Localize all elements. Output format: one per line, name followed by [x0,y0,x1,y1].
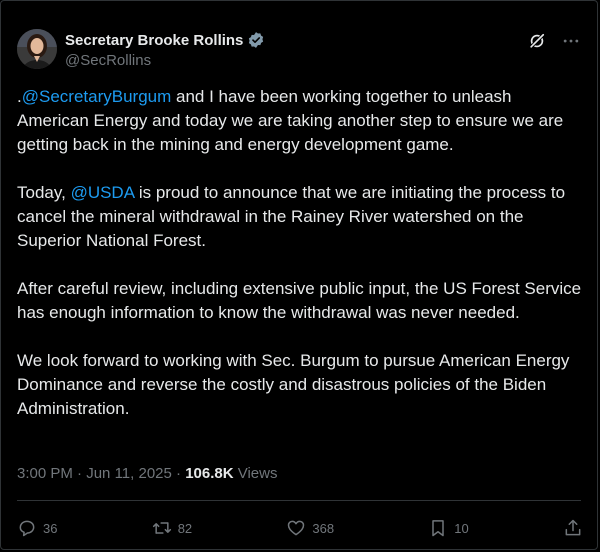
display-name[interactable]: Secretary Brooke Rollins [65,32,243,49]
top-actions [527,31,581,51]
verified-badge-icon [247,31,265,49]
tweet-paragraph-2: Today, @USDA is proud to announce that w… [17,181,587,253]
author-handle[interactable]: @SecRollins [65,52,265,69]
mention-usda-link[interactable]: @USDA [71,183,135,202]
tweet-paragraph-4: We look forward to working with Sec. Bur… [17,351,570,418]
reply-count: 36 [43,520,58,536]
repost-icon [152,518,172,538]
display-name-row: Secretary Brooke Rollins [65,30,265,50]
bookmark-button[interactable]: 10 [428,518,469,538]
share-icon [563,518,583,538]
views-count: 106.8K [185,465,234,482]
author-names: Secretary Brooke Rollins @SecRollins [65,30,265,69]
like-button[interactable]: 368 [286,518,334,538]
divider [17,500,581,501]
mention-secretaryburgum-link[interactable]: @SecretaryBurgum [22,87,172,106]
tweet-text: .@SecretaryBurgum and I have been workin… [17,85,587,445]
heart-icon [286,518,306,538]
more-options-icon[interactable] [561,31,581,51]
like-count: 368 [312,520,335,536]
tweet-paragraph-1: .@SecretaryBurgum and I have been workin… [17,85,587,157]
bookmark-count: 10 [454,520,469,536]
repost-button[interactable]: 82 [152,518,192,538]
tweet-card: Secretary Brooke Rollins @SecRollins .@S… [0,0,598,550]
repost-count: 82 [177,520,193,536]
meta-separator: · [171,465,186,482]
reply-button[interactable]: 36 [17,518,57,538]
grok-icon[interactable] [527,31,547,51]
post-date[interactable]: Jun 11, 2025 [86,465,172,482]
views-label: Views [233,465,278,482]
tweet-paragraph-3: After careful review, including extensiv… [17,279,582,322]
tweet-header: Secretary Brooke Rollins @SecRollins [17,29,581,73]
action-bar: 36 82 368 10 [17,513,583,543]
avatar[interactable] [17,29,57,69]
meta-separator: · [72,465,87,482]
bookmark-icon [428,518,448,538]
post-time[interactable]: 3:00 PM [17,465,73,482]
tweet-meta: 3:00 PM · Jun 11, 2025 · 106.8K Views [17,465,278,482]
share-button[interactable] [563,518,583,538]
reply-icon [17,518,37,538]
paragraph-2-prefix: Today, [17,183,71,202]
